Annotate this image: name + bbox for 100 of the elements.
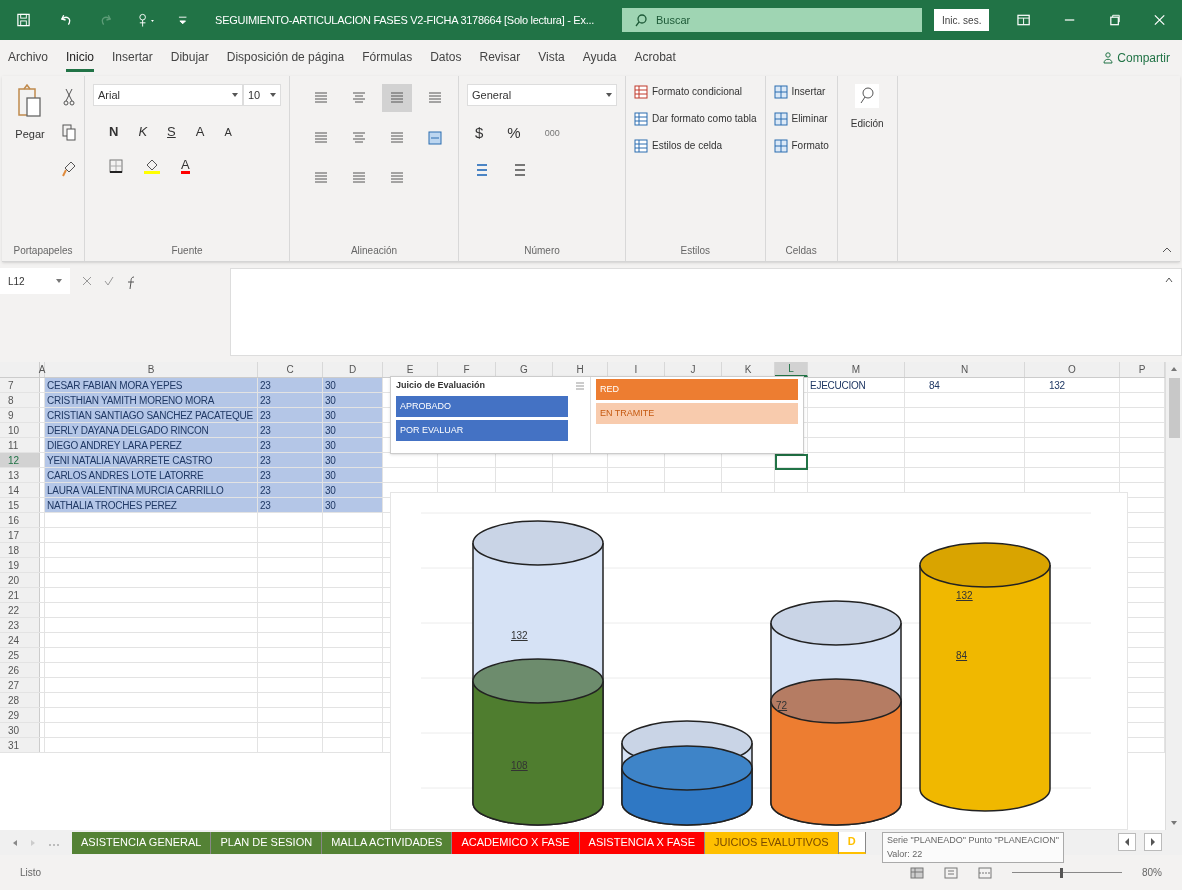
borders-icon[interactable] xyxy=(109,158,123,173)
row-header[interactable]: 23 xyxy=(0,618,40,632)
formula-field[interactable] xyxy=(230,268,1182,356)
search-field[interactable]: Buscar xyxy=(622,8,922,32)
row-header[interactable]: 12 xyxy=(0,453,40,467)
close-icon[interactable] xyxy=(1152,13,1167,27)
row-header[interactable]: 17 xyxy=(0,528,40,542)
cells-button[interactable]: Eliminar xyxy=(773,111,829,126)
zoom-thumb[interactable] xyxy=(1060,867,1064,878)
scroll-down-icon[interactable] xyxy=(1170,820,1178,826)
share-button[interactable]: Compartir xyxy=(1099,49,1174,67)
font-size-field[interactable]: 10 xyxy=(243,84,281,106)
row-header[interactable]: 9 xyxy=(0,408,40,422)
menu-tab[interactable]: Revisar xyxy=(479,44,521,72)
row-header[interactable]: 19 xyxy=(0,558,40,572)
row-header[interactable]: 15 xyxy=(0,498,40,512)
row-header[interactable]: 22 xyxy=(0,603,40,617)
slicer-item[interactable]: POR EVALUAR xyxy=(396,420,568,441)
fill-color-icon[interactable] xyxy=(143,157,161,174)
row-header[interactable]: 18 xyxy=(0,543,40,557)
increase-font-button[interactable]: A xyxy=(195,122,205,142)
currency-button[interactable]: $ xyxy=(475,122,484,145)
decrease-font-button[interactable]: A xyxy=(224,123,232,140)
row-header[interactable]: 21 xyxy=(0,588,40,602)
styles-button[interactable]: Estilos de celda xyxy=(634,138,757,153)
top-align-icon[interactable] xyxy=(313,90,329,106)
row-header[interactable]: 20 xyxy=(0,573,40,587)
cells-button[interactable]: Formato xyxy=(773,138,829,153)
sheet-tab[interactable]: ACADEMICO X FASE xyxy=(452,831,580,854)
sign-in-button[interactable]: Inic. ses. xyxy=(934,9,990,31)
menu-tab[interactable]: Insertar xyxy=(112,44,153,72)
column-header[interactable]: A xyxy=(40,362,45,377)
collapse-ribbon-icon[interactable] xyxy=(1162,247,1172,253)
menu-tab[interactable]: Vista xyxy=(538,44,565,72)
row-header[interactable]: 11 xyxy=(0,438,40,452)
merge-icon[interactable] xyxy=(427,130,443,146)
sheet-tab[interactable]: PLAN DE SESION xyxy=(211,831,323,854)
sheet-tab[interactable]: MALLA ACTIVIDADES xyxy=(322,831,453,854)
copy-icon[interactable] xyxy=(62,124,76,142)
menu-tab[interactable]: Inicio xyxy=(66,44,95,72)
number-format-field[interactable]: General xyxy=(467,84,617,106)
font-name-field[interactable]: Arial xyxy=(93,84,243,106)
save-icon[interactable] xyxy=(16,12,31,28)
bottom-align-icon[interactable] xyxy=(389,90,405,106)
align-left-icon[interactable] xyxy=(313,130,329,146)
italic-button[interactable]: K xyxy=(138,122,148,142)
restore-icon[interactable] xyxy=(1107,13,1121,27)
thousands-button[interactable]: 000 xyxy=(544,126,560,140)
row-header[interactable]: 25 xyxy=(0,648,40,662)
row-header[interactable]: 7 xyxy=(0,378,40,392)
row-header[interactable]: 31 xyxy=(0,738,40,752)
enter-icon[interactable] xyxy=(104,276,114,286)
scroll-up-icon[interactable] xyxy=(1170,366,1178,372)
row-header[interactable]: 27 xyxy=(0,678,40,692)
scroll-right-icon[interactable] xyxy=(1144,833,1162,851)
row-header[interactable]: 10 xyxy=(0,423,40,437)
editing-button[interactable]: Edición xyxy=(850,84,884,131)
row-header[interactable]: 13 xyxy=(0,468,40,482)
menu-tab[interactable]: Fórmulas xyxy=(362,44,413,72)
previous-sheet-icon[interactable] xyxy=(12,838,18,847)
row-header[interactable]: 28 xyxy=(0,693,40,707)
format-painter-icon[interactable] xyxy=(62,160,76,178)
center-icon[interactable] xyxy=(351,130,367,146)
zoom-slider[interactable] xyxy=(1012,867,1122,878)
cut-icon[interactable] xyxy=(62,88,76,106)
cancel-icon[interactable] xyxy=(82,276,92,286)
sheet-tab[interactable]: JUICIOS EVALUTIVOS xyxy=(705,831,839,854)
row-header[interactable]: 16 xyxy=(0,513,40,527)
ribbon-display-icon[interactable] xyxy=(1017,13,1031,27)
menu-tab[interactable]: Disposición de página xyxy=(226,44,345,72)
sheet-tab[interactable]: ASISTENCIA GENERAL xyxy=(72,831,212,854)
column-header[interactable]: M xyxy=(808,362,905,377)
page-break-icon[interactable] xyxy=(978,866,992,879)
column-header[interactable]: O xyxy=(1025,362,1120,377)
underline-button[interactable]: S xyxy=(167,122,176,142)
page-layout-icon[interactable] xyxy=(944,866,958,879)
font-color-button[interactable]: A xyxy=(181,157,190,174)
menu-tab[interactable]: Acrobat xyxy=(634,44,676,72)
name-box[interactable]: L12 xyxy=(0,268,70,294)
column-header[interactable]: C xyxy=(258,362,323,377)
menu-tab[interactable]: Archivo xyxy=(8,44,48,72)
menu-tab[interactable]: Ayuda xyxy=(582,44,617,72)
slicer-item[interactable]: APROBADO xyxy=(396,396,568,417)
row-header[interactable]: 30 xyxy=(0,723,40,737)
bold-button[interactable]: N xyxy=(109,122,119,142)
column-header[interactable]: B xyxy=(45,362,258,377)
row-header[interactable]: 8 xyxy=(0,393,40,407)
sheet-tab[interactable]: ASISTENCIA X FASE xyxy=(579,831,705,854)
column-header[interactable]: N xyxy=(905,362,1025,377)
menu-tab[interactable]: Datos xyxy=(430,44,462,72)
scrollbar-thumb[interactable] xyxy=(1169,378,1180,438)
paste-button[interactable]: Pegar xyxy=(10,84,50,239)
row-header[interactable]: 24 xyxy=(0,633,40,647)
menu-tab[interactable]: Dibujar xyxy=(170,44,209,72)
align-right-icon[interactable] xyxy=(389,130,405,146)
styles-button[interactable]: Dar formato como tabla xyxy=(634,111,757,126)
cells-button[interactable]: Insertar xyxy=(773,84,829,99)
scroll-left-icon[interactable] xyxy=(1118,833,1136,851)
middle-align-icon[interactable] xyxy=(351,90,367,106)
normal-view-icon[interactable] xyxy=(910,866,924,879)
